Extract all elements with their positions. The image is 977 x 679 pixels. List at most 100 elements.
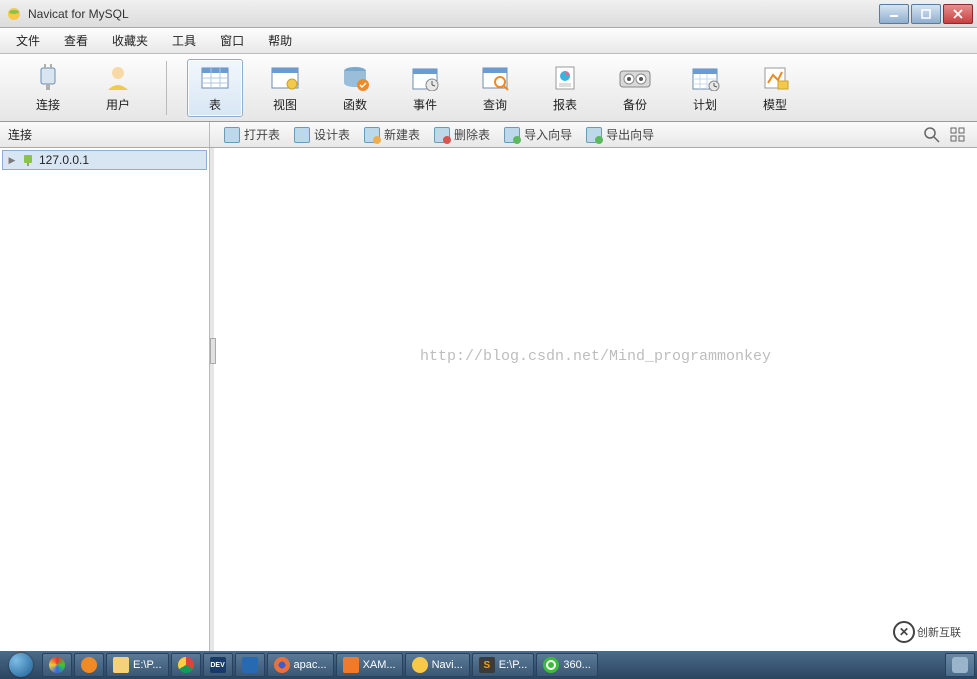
body: ▶ 127.0.0.1 http://blog.csdn.net/Mind_pr… bbox=[0, 148, 977, 651]
search-button[interactable] bbox=[923, 126, 941, 144]
dev-icon: DEV bbox=[210, 657, 226, 673]
splitter-handle[interactable] bbox=[210, 338, 216, 364]
task-label: XAM... bbox=[363, 659, 396, 671]
connection-icon bbox=[21, 153, 35, 167]
query-icon bbox=[478, 63, 512, 93]
design-icon bbox=[294, 127, 310, 143]
plug-icon bbox=[31, 63, 65, 93]
menu-bar: 文件 查看 收藏夹 工具 窗口 帮助 bbox=[0, 28, 977, 54]
schedule-icon bbox=[688, 63, 722, 93]
menu-view[interactable]: 查看 bbox=[52, 29, 100, 52]
taskbar: E:\P... DEV apac... XAM... Navi... SE:\P… bbox=[0, 651, 977, 679]
open-table-button[interactable]: 打开表 bbox=[218, 124, 286, 145]
tree-item-connection[interactable]: ▶ 127.0.0.1 bbox=[2, 150, 207, 170]
tray-icon bbox=[952, 657, 968, 673]
toolbar-label: 模型 bbox=[763, 96, 787, 113]
maximize-button[interactable] bbox=[911, 4, 941, 24]
delete-table-button[interactable]: 删除表 bbox=[428, 124, 496, 145]
toolbar-schedule[interactable]: 计划 bbox=[677, 59, 733, 117]
toolbar-label: 计划 bbox=[693, 96, 717, 113]
toolbar-label: 表 bbox=[209, 96, 221, 113]
task-label: E:\P... bbox=[133, 659, 162, 671]
toolbar-label: 函数 bbox=[343, 96, 367, 113]
toolbar-connect[interactable]: 连接 bbox=[20, 59, 76, 117]
menu-file[interactable]: 文件 bbox=[4, 29, 52, 52]
toolbar-label: 备份 bbox=[623, 96, 647, 113]
taskbar-explorer[interactable]: E:\P... bbox=[106, 653, 169, 677]
app-icon bbox=[81, 657, 97, 673]
report-icon bbox=[548, 63, 582, 93]
folder-icon bbox=[113, 657, 129, 673]
minimize-button[interactable] bbox=[879, 4, 909, 24]
toolbar-label: 报表 bbox=[553, 96, 577, 113]
firefox-icon bbox=[274, 657, 290, 673]
tree-item-label: 127.0.0.1 bbox=[39, 153, 89, 167]
taskbar-xampp[interactable]: XAM... bbox=[336, 653, 403, 677]
menu-help[interactable]: 帮助 bbox=[256, 29, 304, 52]
new-table-button[interactable]: 新建表 bbox=[358, 124, 426, 145]
view-icon bbox=[268, 63, 302, 93]
taskbar-dev[interactable]: DEV bbox=[203, 653, 233, 677]
delete-icon bbox=[434, 127, 450, 143]
title-bar: Navicat for MySQL bbox=[0, 0, 977, 28]
start-button[interactable] bbox=[2, 652, 40, 678]
menu-tools[interactable]: 工具 bbox=[160, 29, 208, 52]
toolbar-table[interactable]: 表 bbox=[187, 59, 243, 117]
connection-tree[interactable]: ▶ 127.0.0.1 bbox=[0, 148, 210, 651]
toolbar-model[interactable]: 模型 bbox=[747, 59, 803, 117]
grid-view-button[interactable] bbox=[949, 126, 967, 144]
action-label: 导入向导 bbox=[524, 126, 572, 143]
app-icon bbox=[49, 657, 65, 673]
toolbar-label: 视图 bbox=[273, 96, 297, 113]
taskbar-navicat[interactable]: Navi... bbox=[405, 653, 470, 677]
task-label: Navi... bbox=[432, 659, 463, 671]
app-icon bbox=[6, 6, 22, 22]
import-wizard-button[interactable]: 导入向导 bbox=[498, 124, 578, 145]
task-label: E:\P... bbox=[499, 659, 528, 671]
content-pane: http://blog.csdn.net/Mind_programmonkey bbox=[210, 148, 977, 651]
export-wizard-button[interactable]: 导出向导 bbox=[580, 124, 660, 145]
taskbar-firefox[interactable]: apac... bbox=[267, 653, 334, 677]
toolbar-view[interactable]: 视图 bbox=[257, 59, 313, 117]
taskbar-360[interactable]: 360... bbox=[536, 653, 598, 677]
brand-watermark: ✕ 创新互联 bbox=[877, 613, 977, 651]
window-title: Navicat for MySQL bbox=[28, 7, 879, 21]
navicat-icon bbox=[412, 657, 428, 673]
toolbar-backup[interactable]: 备份 bbox=[607, 59, 663, 117]
toolbar-report[interactable]: 报表 bbox=[537, 59, 593, 117]
toolbar-function[interactable]: 函数 bbox=[327, 59, 383, 117]
design-table-button[interactable]: 设计表 bbox=[288, 124, 356, 145]
action-label: 设计表 bbox=[314, 126, 350, 143]
toolbar-label: 查询 bbox=[483, 96, 507, 113]
model-icon bbox=[758, 63, 792, 93]
taskbar-app[interactable] bbox=[74, 653, 104, 677]
toolbar-label: 事件 bbox=[413, 96, 437, 113]
taskbar-tray[interactable] bbox=[945, 653, 975, 677]
app-icon bbox=[242, 657, 258, 673]
search-icon bbox=[924, 127, 940, 143]
taskbar-sublime[interactable]: SE:\P... bbox=[472, 653, 535, 677]
new-icon bbox=[364, 127, 380, 143]
import-icon bbox=[504, 127, 520, 143]
toolbar-event[interactable]: 事件 bbox=[397, 59, 453, 117]
brand-logo-icon: ✕ bbox=[893, 621, 915, 643]
taskbar-app[interactable] bbox=[42, 653, 72, 677]
function-icon bbox=[338, 63, 372, 93]
action-label: 打开表 bbox=[244, 126, 280, 143]
toolbar-query[interactable]: 查询 bbox=[467, 59, 523, 117]
action-label: 导出向导 bbox=[606, 126, 654, 143]
toolbar-separator bbox=[166, 61, 167, 115]
task-label: apac... bbox=[294, 659, 327, 671]
menu-favorites[interactable]: 收藏夹 bbox=[100, 29, 160, 52]
menu-window[interactable]: 窗口 bbox=[208, 29, 256, 52]
chrome-icon bbox=[178, 657, 194, 673]
export-icon bbox=[586, 127, 602, 143]
close-button[interactable] bbox=[943, 4, 973, 24]
expand-arrow-icon[interactable]: ▶ bbox=[7, 155, 17, 166]
taskbar-chrome[interactable] bbox=[171, 653, 201, 677]
taskbar-app[interactable] bbox=[235, 653, 265, 677]
sub-toolbar: 连接 打开表 设计表 新建表 删除表 导入向导 导出向导 bbox=[0, 122, 977, 148]
watermark-text: http://blog.csdn.net/Mind_programmonkey bbox=[420, 348, 771, 365]
windows-orb-icon bbox=[9, 653, 33, 677]
toolbar-user[interactable]: 用户 bbox=[90, 59, 146, 117]
